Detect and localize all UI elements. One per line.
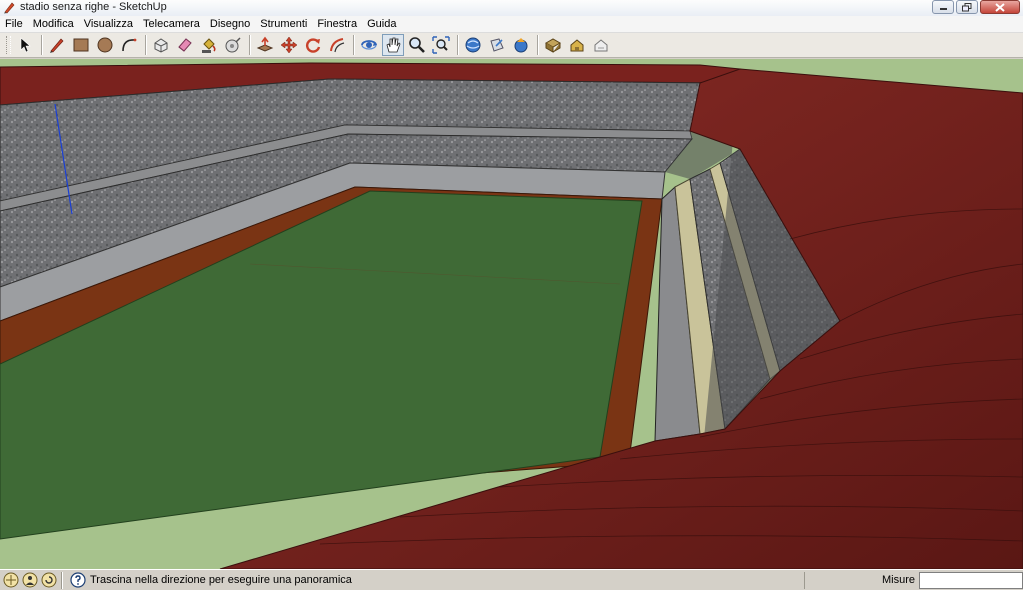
- push-pull-tool[interactable]: [254, 34, 276, 56]
- menu-telecamera[interactable]: Telecamera: [138, 17, 205, 31]
- status-hint: Trascina nella direzione per eseguire un…: [90, 574, 352, 586]
- zoom-tool[interactable]: [406, 34, 428, 56]
- zoom-extents-tool[interactable]: [430, 34, 452, 56]
- move-icon: [280, 36, 298, 54]
- menu-strumenti[interactable]: Strumenti: [255, 17, 312, 31]
- toolbar-separator: [145, 35, 147, 55]
- measurements-label: Misure: [804, 572, 919, 589]
- line-tool[interactable]: [46, 34, 68, 56]
- select-icon: [20, 37, 31, 53]
- restore-button[interactable]: [956, 0, 978, 14]
- rectangle-tool[interactable]: [70, 34, 92, 56]
- circle-icon: [97, 37, 113, 53]
- menu-finestra[interactable]: Finestra: [312, 17, 362, 31]
- paint-bucket-icon: [202, 38, 216, 53]
- credits-icon[interactable]: [22, 572, 38, 588]
- toolbar-separator: [537, 35, 539, 55]
- pan-tool[interactable]: [382, 34, 404, 56]
- position-camera-tool[interactable]: [542, 34, 564, 56]
- walk-tool[interactable]: [566, 34, 588, 56]
- minimize-icon: [939, 8, 947, 10]
- get-models-tool[interactable]: [462, 34, 484, 56]
- close-icon: [995, 2, 1005, 12]
- zoom-extents-icon: [432, 36, 450, 54]
- toolbar-grip[interactable]: [6, 36, 11, 54]
- rotate-tool[interactable]: [302, 34, 324, 56]
- rectangle-icon: [73, 38, 89, 52]
- toolbar-separator: [41, 35, 43, 55]
- status-divider: [61, 571, 63, 589]
- look-around-tool[interactable]: [590, 34, 612, 56]
- pan-icon: [386, 37, 401, 53]
- toolbar-separator: [457, 35, 459, 55]
- push-pull-icon: [256, 36, 274, 52]
- offset-tool[interactable]: [326, 34, 348, 56]
- make-component-icon: [154, 38, 168, 53]
- menu-bar: File Modifica Visualizza Telecamera Dise…: [0, 16, 1023, 33]
- share-model-tool[interactable]: [486, 34, 508, 56]
- orbit-tool[interactable]: [358, 34, 380, 56]
- orbit-icon: [361, 40, 377, 50]
- title-bar: stadio senza righe - SketchUp: [0, 0, 1023, 17]
- make-component-tool[interactable]: [150, 34, 172, 56]
- arc-icon: [122, 38, 137, 52]
- toolbar-separator: [249, 35, 251, 55]
- eraser-tool[interactable]: [174, 34, 196, 56]
- components-icon: [514, 38, 528, 53]
- tape-measure-tool[interactable]: [222, 34, 244, 56]
- tape-measure-icon: [225, 37, 241, 53]
- eraser-icon: [178, 38, 192, 52]
- model-viewport[interactable]: [0, 59, 1023, 569]
- circle-tool[interactable]: [94, 34, 116, 56]
- zoom-icon: [409, 37, 425, 53]
- stadium-model: [0, 59, 1023, 569]
- offset-icon: [330, 38, 345, 53]
- position-camera-icon: [544, 38, 562, 53]
- help-icon[interactable]: [70, 572, 86, 588]
- menu-guida[interactable]: Guida: [362, 17, 401, 31]
- walk-icon: [570, 39, 584, 52]
- pencil-line-icon: [50, 38, 64, 53]
- toolbar-separator: [353, 35, 355, 55]
- get-models-icon: [465, 37, 481, 53]
- measurements-input[interactable]: [919, 572, 1023, 589]
- menu-disegno[interactable]: Disegno: [205, 17, 255, 31]
- paint-bucket-tool[interactable]: [198, 34, 220, 56]
- move-tool[interactable]: [278, 34, 300, 56]
- menu-file[interactable]: File: [0, 17, 28, 31]
- sketchup-app-icon: [4, 2, 15, 14]
- close-button[interactable]: [980, 0, 1020, 14]
- measurements-box: Misure: [804, 571, 1023, 590]
- menu-modifica[interactable]: Modifica: [28, 17, 79, 31]
- window-controls: [932, 0, 1020, 14]
- rotate-icon: [306, 38, 321, 53]
- select-tool[interactable]: [14, 34, 36, 56]
- status-bar: Trascina nella direzione per eseguire un…: [0, 569, 1023, 590]
- restore-icon: [962, 2, 972, 11]
- arc-tool[interactable]: [118, 34, 140, 56]
- main-toolbar: [0, 33, 1023, 58]
- geo-location-icon[interactable]: [3, 572, 19, 588]
- share-model-icon: [490, 38, 504, 52]
- window-title: stadio senza righe - SketchUp: [20, 1, 167, 13]
- components-tool[interactable]: [510, 34, 532, 56]
- look-around-icon: [594, 39, 608, 52]
- instructor-icon[interactable]: [41, 572, 57, 588]
- minimize-button[interactable]: [932, 0, 954, 14]
- menu-visualizza[interactable]: Visualizza: [79, 17, 138, 31]
